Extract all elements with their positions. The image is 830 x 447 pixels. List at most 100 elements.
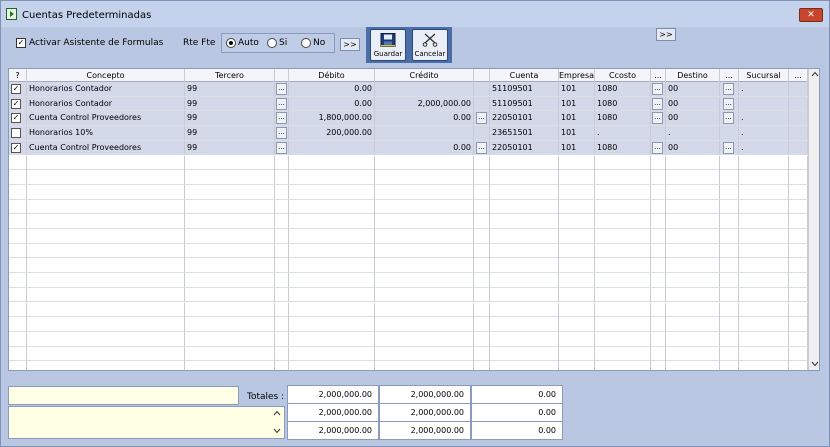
empty-cell[interactable] [275,155,289,170]
empty-cell[interactable] [789,273,808,288]
empty-cell[interactable] [666,258,720,273]
row-checkbox[interactable]: ✓ [11,98,21,109]
empty-cell[interactable] [27,214,185,229]
description-input[interactable] [8,386,239,405]
empty-cell[interactable] [375,214,474,229]
empty-cell[interactable] [185,302,275,317]
empresa-cell[interactable]: 101 [559,96,595,111]
empty-cell[interactable] [27,184,185,199]
row-check-cell[interactable]: ✓ [9,140,27,155]
empty-cell[interactable] [739,229,789,243]
row-check-cell[interactable]: ✓ [9,96,27,111]
table-row[interactable] [9,258,809,274]
scroll-up-icon[interactable] [811,71,819,77]
empty-cell[interactable] [720,317,739,332]
empty-cell[interactable] [720,273,739,288]
empty-cell[interactable] [375,346,474,361]
empty-cell[interactable] [375,199,474,214]
destino-lookup-button[interactable]: ... [723,141,734,154]
destino-cell[interactable]: 00 [666,96,720,111]
header-ccosto[interactable]: Ccosto [595,69,651,82]
header-check[interactable]: ? [9,69,27,82]
credito-cell[interactable]: 0.00 [375,111,474,126]
empty-cell[interactable] [9,287,27,302]
empty-cell[interactable] [651,258,666,273]
empty-cell[interactable] [9,302,27,317]
empty-cell[interactable] [666,229,720,243]
empty-cell[interactable] [559,331,595,346]
empty-cell[interactable] [666,317,720,332]
table-row[interactable]: ✓ Cuenta Control Proveedores 99... 0.00... 2… [9,140,809,156]
empty-cell[interactable] [185,346,275,361]
credito-lookup-button[interactable]: ... [476,141,487,154]
empty-cell[interactable] [289,155,375,170]
table-row[interactable] [9,243,809,259]
empty-cell[interactable] [289,184,375,199]
empty-cell[interactable] [490,258,559,273]
empty-cell[interactable] [559,258,595,273]
empty-cell[interactable] [289,214,375,229]
header-tercero[interactable]: Tercero [185,69,275,82]
empty-cell[interactable] [559,199,595,214]
empty-cell[interactable] [474,214,490,229]
debito-cell[interactable] [289,140,375,155]
empty-cell[interactable] [289,302,375,317]
empty-cell[interactable] [666,273,720,288]
vertical-scrollbar[interactable] [808,69,819,370]
empty-cell[interactable] [651,170,666,185]
empty-cell[interactable] [27,199,185,214]
empty-cell[interactable] [720,199,739,214]
empty-cell[interactable] [651,214,666,229]
empty-cell[interactable] [739,346,789,361]
empty-cell[interactable] [275,331,289,346]
concepto-cell[interactable]: Honorarios Contador [27,82,185,96]
empty-cell[interactable] [559,214,595,229]
tercero-cell[interactable]: 99 [185,126,275,141]
empty-cell[interactable] [375,317,474,332]
empty-cell[interactable] [651,199,666,214]
empty-cell[interactable] [9,229,27,243]
empty-cell[interactable] [720,331,739,346]
tercero-cell[interactable]: 99 [185,140,275,155]
horizontal-scrollbar[interactable] [9,370,808,371]
empty-cell[interactable] [185,214,275,229]
empty-cell[interactable] [474,287,490,302]
empty-cell[interactable] [651,229,666,243]
credito-cell[interactable] [375,82,474,96]
empty-cell[interactable] [789,229,808,243]
empty-cell[interactable] [490,214,559,229]
table-row[interactable] [9,170,809,185]
header-sucursal[interactable]: Sucursal [739,69,789,82]
tercero-lookup-button[interactable]: ... [276,141,287,154]
empty-cell[interactable] [27,170,185,185]
row-check-cell[interactable]: ✓ [9,82,27,96]
destino-cell[interactable]: 00 [666,140,720,155]
empty-cell[interactable] [474,331,490,346]
concepto-cell[interactable]: Cuenta Control Proveedores [27,140,185,155]
empresa-cell[interactable]: 101 [559,126,595,141]
empty-cell[interactable] [789,243,808,258]
empty-cell[interactable] [27,331,185,346]
empty-cell[interactable] [27,273,185,288]
empty-cell[interactable] [9,199,27,214]
empty-cell[interactable] [789,214,808,229]
empty-cell[interactable] [720,243,739,258]
row-check-cell[interactable] [9,126,27,141]
empty-cell[interactable] [9,317,27,332]
empty-cell[interactable] [651,346,666,361]
notes-textarea[interactable] [8,406,285,439]
empty-cell[interactable] [666,214,720,229]
sucursal-cell[interactable]: . [739,126,789,141]
header-destino[interactable]: Destino [666,69,720,82]
empty-cell[interactable] [789,170,808,185]
empty-cell[interactable] [474,170,490,185]
table-row[interactable]: Honorarios 10% 99... 200,000.00 23651501 101… [9,126,809,141]
empty-cell[interactable] [185,155,275,170]
empty-cell[interactable] [490,331,559,346]
empty-cell[interactable] [789,302,808,317]
empty-cell[interactable] [651,155,666,170]
empty-cell[interactable] [595,331,651,346]
empty-cell[interactable] [27,317,185,332]
empty-cell[interactable] [595,184,651,199]
empty-cell[interactable] [275,258,289,273]
